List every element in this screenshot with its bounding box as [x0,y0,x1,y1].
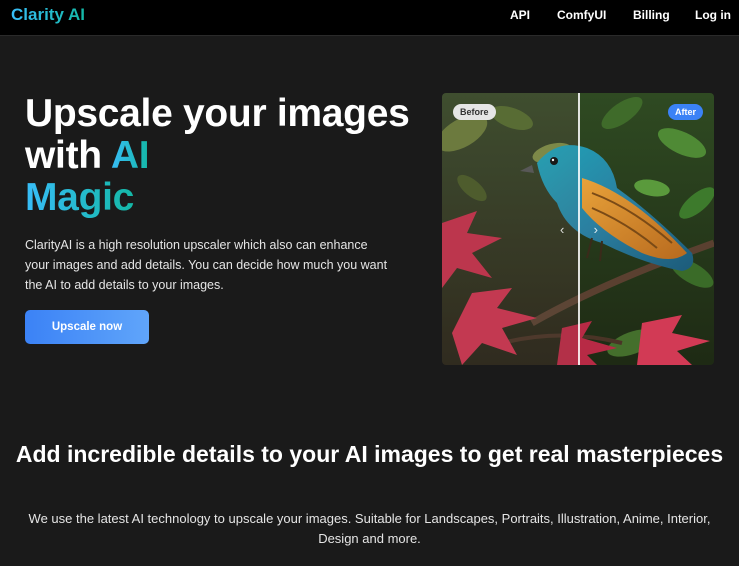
hero-title-highlight-ai: AI [110,134,150,177]
hero-title-highlight-magic: Magic [25,176,135,219]
upscale-now-button[interactable]: Upscale now [25,310,149,344]
hero-description: ClarityAI is a high resolution upscaler … [25,238,388,292]
hero-title: Upscale your images with AI Magic [25,93,425,219]
nav-link-login[interactable]: Log in [695,8,731,22]
comparison-drag-handle[interactable]: ‹ › [560,219,598,239]
before-after-comparison[interactable]: ‹ › Before After [442,93,714,365]
nav-link-billing[interactable]: Billing [633,8,670,22]
hero-title-text: Upscale your images with [25,92,410,177]
chevron-left-icon: ‹ [560,221,565,237]
nav-link-comfyui[interactable]: ComfyUI [557,8,606,22]
after-badge: After [667,104,703,120]
nav-link-api[interactable]: API [510,8,530,22]
section-title: Add incredible details to your AI images… [15,441,724,467]
chevron-right-icon: › [593,221,598,237]
before-badge: Before [453,104,496,120]
section-description: We use the latest AI technology to upsca… [28,511,711,546]
brand-logo[interactable]: Clarity AI [11,5,85,25]
top-navbar: Clarity AI API ComfyUI Billing Log in [0,0,739,36]
